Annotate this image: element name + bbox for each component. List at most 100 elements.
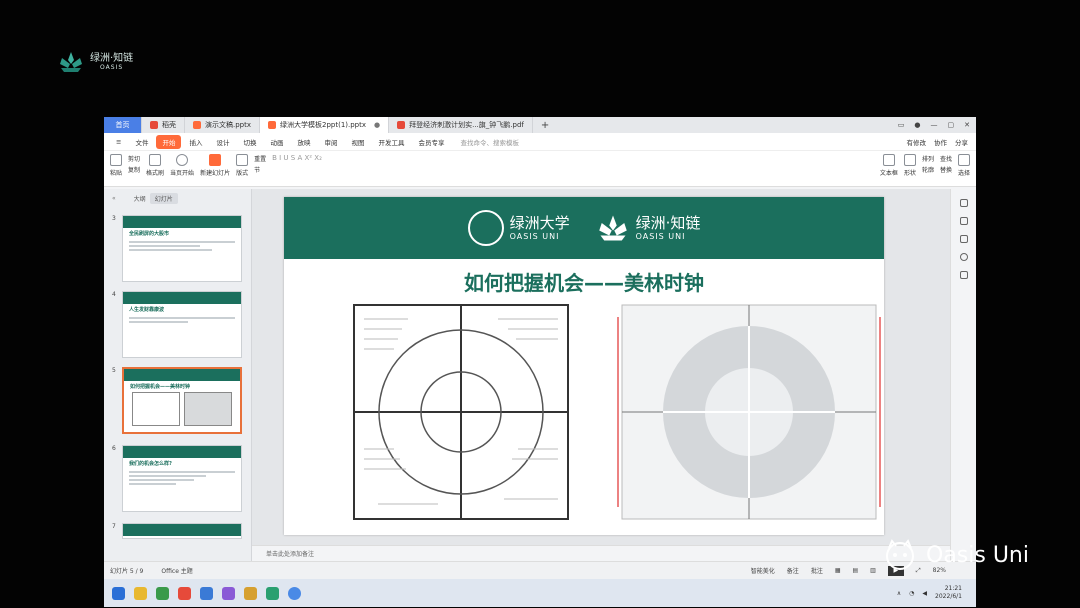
close-icon[interactable]: ✕ [964,121,970,129]
textbox-button[interactable]: 文本框 [880,154,898,177]
menu-bar: ≡ 文件 开始 插入 设计 切换 动画 放映 审阅 视图 开发工具 会员专享 查… [104,133,976,151]
backup-icon[interactable] [959,271,968,279]
tab-presentation[interactable]: 演示文稿.pptx [185,117,260,133]
help-icon[interactable] [959,253,968,261]
brand-name-en: OASIS [100,64,124,71]
window-controls: ▭ ● — ▢ ✕ [898,121,976,129]
notes-area[interactable]: 单击此处添加备注 [252,545,950,561]
slide-panel: « 大纲 幻灯片 3 全民刷屏的大股市 4 人生发财靠康波 5 如何把握机会——… [104,189,252,579]
arrange-group: 排列 轮廓 [922,154,934,174]
menu-view[interactable]: 视图 [345,135,370,149]
shape-button[interactable]: 形状 [903,154,916,177]
pin-icon[interactable] [959,217,968,225]
file-icon [150,121,158,129]
wifi-icon[interactable]: ◔ [909,590,914,597]
modify-button[interactable]: 有修改 [907,137,927,147]
arrange-button[interactable]: 排列 [922,154,934,163]
menu-design[interactable]: 设计 [210,135,235,149]
menu-member[interactable]: 会员专享 [412,135,450,149]
menu-file[interactable]: 文件 [129,135,154,149]
play-from-current-button[interactable]: 当页开始 [170,154,194,177]
textbox-icon [882,154,895,166]
browser-icon[interactable] [156,586,169,600]
copy-button[interactable]: 复制 [128,165,140,174]
section-button[interactable]: 节 [254,165,260,174]
menu-review[interactable]: 审阅 [318,135,343,149]
maximize-icon[interactable]: ▢ [948,121,955,129]
collab-button[interactable]: 协作 [934,137,947,147]
format-painter-button[interactable]: 格式刷 [146,154,164,177]
app-icon-2[interactable] [244,586,257,600]
find-button[interactable]: 查找 [940,154,952,163]
collapse-panel-icon[interactable]: « [112,195,116,202]
layout-icon [236,154,249,166]
menu-animation[interactable]: 动画 [264,135,289,149]
start-icon[interactable] [112,586,125,600]
clipboard-group: 剪切 复制 [128,154,140,174]
paste-button[interactable]: 粘贴 [110,154,122,177]
slide-canvas: 绿洲大学 OASIS UNI 绿洲·知链 OASIS UNI 如何把握机会——美林时… [252,189,950,545]
menu-home[interactable]: 开始 [156,134,182,149]
menu-developer[interactable]: 开发工具 [372,135,410,149]
layers-icon[interactable] [959,235,968,243]
close-tab-icon[interactable]: ● [374,121,380,129]
avatar[interactable]: ● [914,121,920,129]
video-watermark: Oasis Uni [880,538,1029,572]
tab-home[interactable]: 首页 [104,117,142,133]
clock-diagram-left [353,304,569,520]
clock[interactable]: 21:21 2022/6/1 [935,585,962,601]
find-group: 查找 替换 [940,154,952,174]
shape-icon [903,154,916,166]
cursor-icon [957,154,970,166]
slide-banner: 绿洲大学 OASIS UNI 绿洲·知链 OASIS UNI [284,197,884,259]
status-bar: 幻灯片 5 / 9 Office 主题 智能美化 备注 批注 ▦ ▤ ▥ ▶ ⤢… [104,561,976,579]
slide-5[interactable]: 绿洲大学 OASIS UNI 绿洲·知链 OASIS UNI 如何把握机会——美林时… [284,197,884,535]
command-search[interactable]: 查找命令、搜索模板 [460,137,519,147]
reset-button[interactable]: 重置 [254,154,266,163]
tray-up-icon[interactable]: ∧ [897,590,901,597]
share-button[interactable]: 分享 [955,137,968,147]
photos-icon[interactable] [200,586,213,600]
slide-counter: 幻灯片 5 / 9 [110,568,144,575]
oasis-zhilian-logo: 绿洲·知链 OASIS UNI [596,213,700,243]
slide-title: 如何把握机会——美林时钟 [464,271,704,295]
windows-taskbar: ∧ ◔ ◀ 21:21 2022/6/1 [104,579,976,607]
volume-icon[interactable]: ◀ [922,590,927,597]
settings-icon[interactable] [959,199,968,207]
tablet-mode-icon[interactable]: ▭ [898,121,905,129]
brush-icon [149,154,162,166]
app-icon-3[interactable] [288,586,301,600]
tab-slides[interactable]: 幻灯片 [149,193,178,204]
tab-pdf[interactable]: 拜登经济刺激计划实...旗_钟飞鹏.pdf [389,117,533,133]
menu-slideshow[interactable]: 放映 [291,135,316,149]
outline-button[interactable]: 轮廓 [922,165,934,174]
wechat-icon[interactable] [266,586,279,600]
notes-toggle-button[interactable]: 备注 [787,566,799,575]
smart-beautify-button[interactable]: 智能美化 [751,566,775,575]
file-explorer-icon[interactable] [134,586,147,600]
comments-toggle-button[interactable]: 批注 [811,566,823,575]
font-format-buttons[interactable]: B I U S A X² X₂ [272,154,322,162]
video-frame: 绿洲·知链 OASIS 首页 稻壳 演示文稿.pptx 绿洲大学模板2ppt(1… [0,0,1080,608]
menu-insert[interactable]: 插入 [183,135,208,149]
right-toolbar [950,189,976,579]
tab-docer[interactable]: 稻壳 [142,117,185,133]
new-tab-button[interactable]: + [533,120,557,131]
new-slide-button[interactable]: 新建幻灯片 [200,154,230,177]
app-icon[interactable] [222,586,235,600]
play-icon [176,154,189,166]
layout-button[interactable]: 版式 [236,154,248,177]
sorter-view-icon[interactable]: ▤ [853,567,859,574]
minimize-icon[interactable]: — [931,121,938,129]
normal-view-icon[interactable]: ▦ [835,567,841,574]
tab-active-template[interactable]: 绿洲大学模板2ppt(1).pptx ● [260,117,390,133]
wps-icon[interactable] [178,586,191,600]
replace-button[interactable]: 替换 [940,165,952,174]
tab-outline[interactable]: 大纲 [134,194,146,203]
cut-button[interactable]: 剪切 [128,154,140,163]
brand-name-cn: 绿洲·知链 [90,53,134,64]
reading-view-icon[interactable]: ▥ [870,567,876,574]
hamburger-icon[interactable]: ≡ [110,136,127,148]
menu-transition[interactable]: 切换 [237,135,262,149]
select-button[interactable]: 选择 [957,154,970,177]
